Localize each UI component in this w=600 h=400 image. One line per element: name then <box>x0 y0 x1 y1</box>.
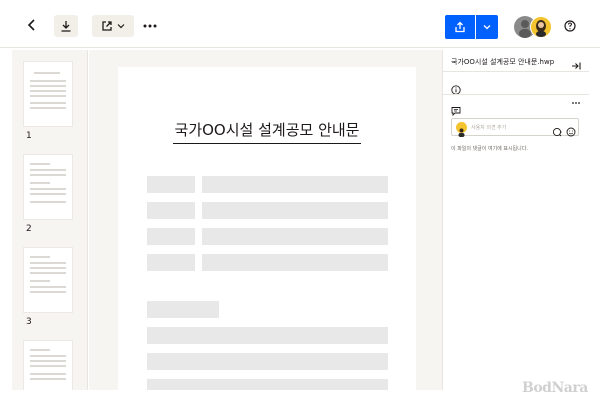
thumbnail-line <box>30 262 66 264</box>
page-thumbnail[interactable] <box>24 341 72 390</box>
thumbnail-line <box>30 256 50 258</box>
page-number: 1 <box>26 131 32 141</box>
share-icon <box>455 21 465 33</box>
thumbnail-line <box>30 174 66 176</box>
page-thumbnail[interactable] <box>24 248 72 312</box>
thumbnail-line <box>30 169 66 171</box>
collapse-panel-button[interactable] <box>571 56 581 70</box>
content-placeholder <box>147 176 195 193</box>
help-button[interactable] <box>562 18 578 34</box>
thumbnail-line <box>30 378 66 380</box>
thumbnail-line <box>30 355 66 357</box>
thumbnail-line <box>30 85 66 87</box>
thumbnail-line <box>30 272 66 274</box>
content-placeholder <box>147 301 219 318</box>
content-placeholder <box>147 254 195 271</box>
mention-button[interactable] <box>552 122 562 137</box>
thumbnail-line <box>30 349 50 351</box>
content-placeholder <box>147 202 195 219</box>
avatar[interactable] <box>530 16 552 38</box>
more-horizontal-icon <box>572 102 580 104</box>
thumbnail-line <box>30 95 66 97</box>
thumbnail-line <box>30 360 66 362</box>
back-button[interactable] <box>22 15 42 35</box>
user-avatar-icon <box>458 128 465 137</box>
divider <box>443 71 589 72</box>
thumbnail-line <box>30 286 66 288</box>
content-placeholder <box>202 202 388 219</box>
thumbnail-line <box>30 107 66 109</box>
help-icon <box>564 20 576 32</box>
content-placeholder <box>147 327 388 344</box>
document-title-text: 국가OO시설 설계공모 안내문 <box>172 121 362 144</box>
more-horizontal-icon <box>143 24 157 28</box>
document-viewer[interactable]: 국가OO시설 설계공모 안내문 <box>89 50 442 390</box>
page-number: 3 <box>26 317 32 327</box>
mention-icon <box>552 127 562 137</box>
comment-icon <box>451 107 461 117</box>
chevron-down-icon <box>117 24 125 29</box>
share-dropdown-button[interactable] <box>476 15 498 39</box>
file-name: 국가OO시설 설계공모 안내문.hwp <box>451 58 555 66</box>
divider <box>443 94 589 95</box>
user-avatar-icon <box>536 20 546 37</box>
thumbnail-line <box>30 201 66 203</box>
thumbnail-line <box>34 72 60 74</box>
emoji-button[interactable] <box>566 122 576 137</box>
thumbnail-line <box>30 80 66 82</box>
content-placeholder <box>202 176 388 193</box>
info-button[interactable] <box>451 80 461 95</box>
thumbnail-line <box>30 90 66 92</box>
page-thumbnail[interactable] <box>24 62 72 126</box>
watermark: BodNara <box>522 380 588 396</box>
share-button[interactable] <box>445 15 475 39</box>
document-page: 국가OO시설 설계공모 안내문 <box>118 67 416 390</box>
content-placeholder <box>147 379 388 390</box>
comment-composer <box>451 118 579 137</box>
open-external-icon <box>102 21 112 31</box>
download-icon <box>61 21 71 32</box>
thumbnail-line <box>30 193 66 195</box>
download-button[interactable] <box>54 15 78 37</box>
open-in-app-button[interactable] <box>92 15 134 37</box>
thumbnail-line <box>30 188 66 190</box>
content-placeholder <box>202 228 388 245</box>
thumbnail-line <box>30 365 66 367</box>
avatar <box>456 122 467 137</box>
thumbnail-rail: 1 2 3 <box>12 50 88 390</box>
more-options-button[interactable] <box>142 15 158 37</box>
thumbnail-line <box>30 163 50 165</box>
thumbnail-line <box>30 291 66 293</box>
top-toolbar <box>0 0 600 48</box>
document-title: 국가OO시설 설계공모 안내문 <box>118 119 416 144</box>
comments-more-button[interactable] <box>571 99 581 109</box>
chevron-down-icon <box>483 25 491 30</box>
chevron-left-icon <box>27 19 35 31</box>
empty-comments-message: 이 파일의 댓글이 여기에 표시됩니다. <box>451 146 528 152</box>
content-placeholder <box>202 254 388 271</box>
comment-input[interactable] <box>471 122 543 133</box>
page-number: 2 <box>26 224 32 234</box>
comments-tab[interactable] <box>451 101 461 117</box>
thumbnail-line <box>30 280 50 282</box>
thumbnail-line <box>30 267 66 269</box>
thumbnail-line <box>30 182 50 184</box>
thumbnail-line <box>30 102 66 104</box>
emoji-icon <box>566 127 576 137</box>
page-thumbnail[interactable] <box>24 155 72 219</box>
collapse-right-icon <box>572 62 581 70</box>
content-placeholder <box>147 353 388 370</box>
side-panel: 국가OO시설 설계공모 안내문.hwp 이 파일의 댓글이 여기에 표시됩니다. <box>442 50 589 390</box>
thumbnail-line <box>30 373 66 375</box>
content-placeholder <box>147 228 195 245</box>
